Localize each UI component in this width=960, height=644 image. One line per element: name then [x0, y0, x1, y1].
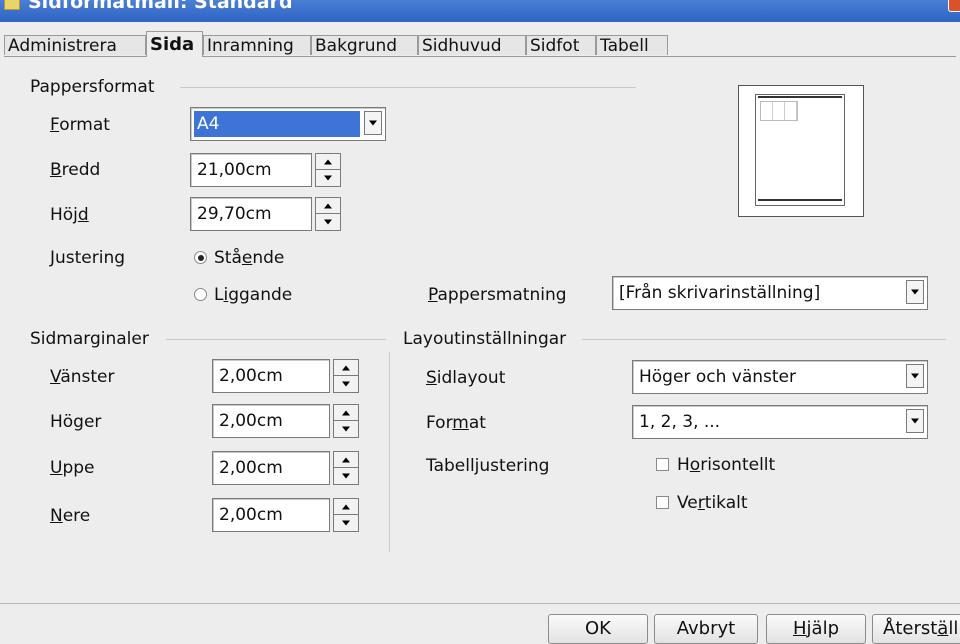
spin-down-icon[interactable]: [334, 376, 358, 392]
close-icon[interactable]: [948, 0, 960, 12]
tab-label: Tabell: [600, 36, 649, 56]
margin-left-label: Vänster: [50, 367, 115, 387]
tab-label: Sidhuvud: [422, 36, 502, 56]
height-field[interactable]: 29,70cm: [190, 197, 312, 231]
group-divider: [180, 87, 636, 88]
spin-down-icon[interactable]: [334, 421, 358, 437]
window-title: Sidformatmall: Standard: [28, 0, 293, 13]
portrait-label[interactable]: Stående: [214, 248, 284, 268]
paper-tray-select[interactable]: [Från skrivarinställning]: [612, 276, 928, 310]
paper-tray-value: [Från skrivarinställning]: [619, 283, 821, 303]
tab-sidhuvud[interactable]: Sidhuvud: [418, 35, 526, 56]
tab-label: Bakgrund: [315, 36, 398, 56]
portrait-radio[interactable]: [194, 251, 207, 264]
spin-up-icon[interactable]: [316, 154, 340, 170]
format-value: A4: [197, 114, 220, 134]
spin-up-icon[interactable]: [316, 198, 340, 214]
tab-bakgrund[interactable]: Bakgrund: [311, 35, 418, 56]
page-preview: [738, 85, 864, 217]
page-layout-label: Sidlayout: [426, 368, 506, 388]
margin-left-spinner[interactable]: [333, 359, 359, 393]
spin-up-icon[interactable]: [334, 405, 358, 421]
margin-right-field[interactable]: 2,00cm: [212, 404, 330, 438]
height-spinner[interactable]: [315, 197, 341, 231]
chevron-down-icon[interactable]: [364, 111, 382, 135]
tab-label: Sida: [150, 34, 195, 55]
app-icon: [4, 0, 20, 10]
group-divider: [166, 339, 386, 340]
vertical-divider: [389, 352, 390, 552]
tab-label: Inramning: [207, 36, 294, 56]
chevron-down-icon[interactable]: [906, 364, 924, 388]
horizontal-label[interactable]: Horisontellt: [677, 455, 775, 475]
vertical-checkbox[interactable]: [656, 496, 669, 509]
tab-sida[interactable]: Sida: [146, 31, 203, 57]
horizontal-checkbox[interactable]: [656, 458, 669, 471]
width-field[interactable]: 21,00cm: [190, 153, 312, 187]
tab-sidfot[interactable]: Sidfot: [526, 35, 596, 56]
ok-button[interactable]: OK: [548, 614, 648, 644]
margin-top-spinner[interactable]: [333, 451, 359, 485]
spin-down-icon[interactable]: [316, 170, 340, 186]
tab-administrera[interactable]: Administrera: [4, 35, 146, 56]
margin-bottom-spinner[interactable]: [333, 498, 359, 532]
spin-up-icon[interactable]: [334, 452, 358, 468]
numbering-format-select[interactable]: 1, 2, 3, ...: [632, 405, 928, 439]
layout-group-title: Layoutinställningar: [403, 329, 567, 349]
margin-top-label: Uppe: [50, 458, 95, 478]
orientation-label: Justering: [50, 248, 126, 268]
spin-down-icon[interactable]: [334, 468, 358, 484]
button-bar-divider: [0, 603, 960, 604]
tab-inramning[interactable]: Inramning: [203, 35, 311, 56]
spin-down-icon[interactable]: [334, 515, 358, 531]
chevron-down-icon[interactable]: [906, 409, 924, 433]
reset-button[interactable]: Återställ: [872, 614, 960, 644]
margin-left-field[interactable]: 2,00cm: [212, 359, 330, 393]
margin-top-field[interactable]: 2,00cm: [212, 451, 330, 485]
landscape-radio[interactable]: [194, 288, 207, 301]
spin-down-icon[interactable]: [316, 214, 340, 230]
margin-right-spinner[interactable]: [333, 404, 359, 438]
group-divider: [582, 339, 946, 340]
cancel-button[interactable]: Avbryt: [654, 614, 758, 644]
numbering-format-label: Format: [426, 413, 486, 433]
tab-strip: Administrera Sida Inramning Bakgrund Sid…: [0, 22, 960, 57]
tab-tabell[interactable]: Tabell: [596, 35, 668, 56]
spin-up-icon[interactable]: [334, 360, 358, 376]
tab-label: Administrera: [8, 36, 117, 56]
preview-page: [755, 94, 845, 206]
format-select[interactable]: A4: [190, 107, 386, 141]
landscape-label[interactable]: Liggande: [214, 285, 292, 305]
help-button[interactable]: Hjälp: [766, 614, 866, 644]
vertical-label[interactable]: Vertikalt: [677, 493, 748, 513]
page-layout-select[interactable]: Höger och vänster: [632, 360, 928, 394]
margins-group-title: Sidmarginaler: [30, 329, 149, 349]
paper-tray-label: Pappersmatning: [428, 285, 567, 305]
spin-up-icon[interactable]: [334, 499, 358, 515]
page-layout-value: Höger och vänster: [639, 367, 796, 387]
chevron-down-icon[interactable]: [906, 280, 924, 304]
width-spinner[interactable]: [315, 153, 341, 187]
width-label: Bredd: [50, 160, 101, 180]
table-alignment-label: Tabelljustering: [426, 456, 550, 476]
format-label: Format: [50, 115, 110, 135]
margin-bottom-field[interactable]: 2,00cm: [212, 498, 330, 532]
height-label: Höjd: [50, 205, 89, 225]
margin-right-label: Höger: [50, 412, 102, 432]
title-bar: Sidformatmall: Standard: [0, 0, 960, 22]
numbering-format-value: 1, 2, 3, ...: [639, 412, 721, 432]
tab-label: Sidfot: [530, 36, 580, 56]
margin-bottom-label: Nere: [50, 506, 91, 526]
paper-format-group-title: Pappersformat: [30, 77, 155, 97]
